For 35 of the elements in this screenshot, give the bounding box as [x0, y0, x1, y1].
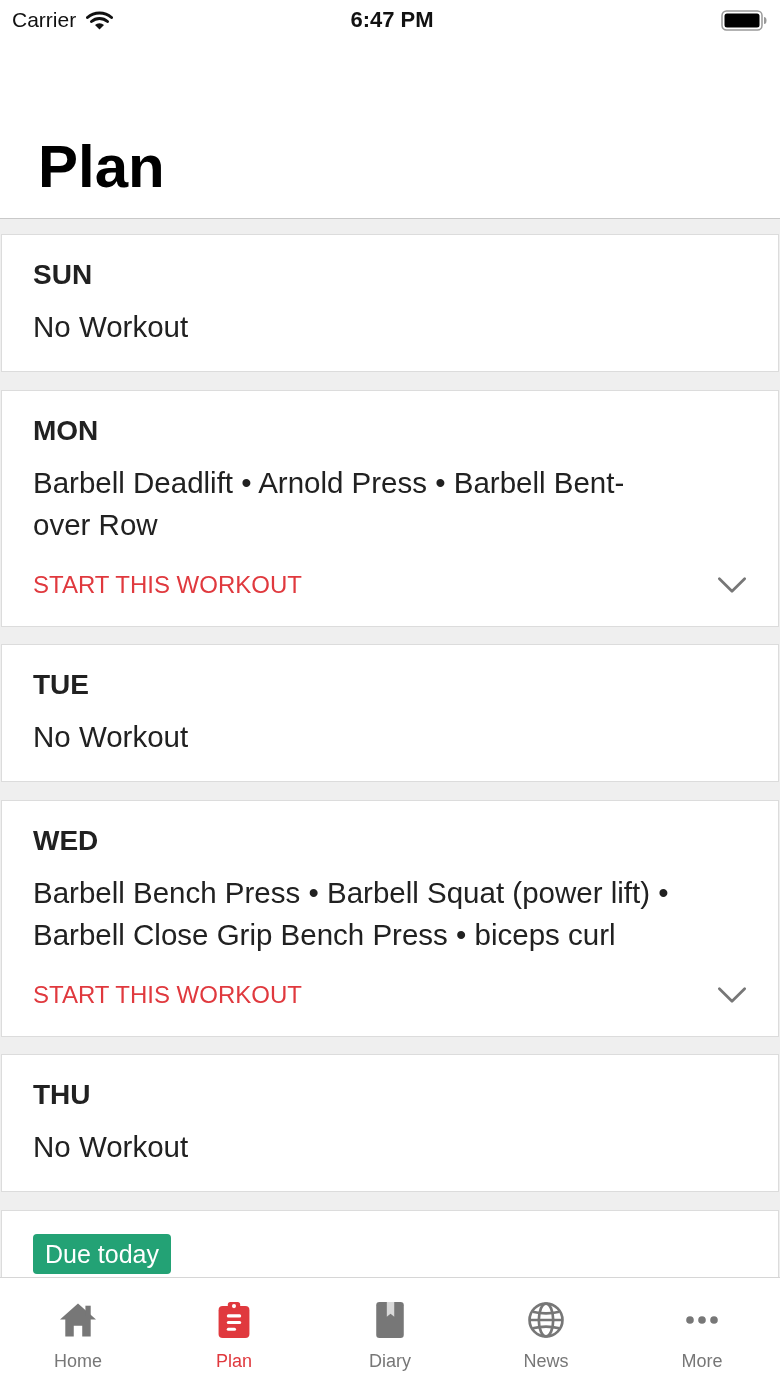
day-label: MON	[33, 413, 99, 448]
workout-summary: Barbell Deadlift • Arnold Press • Barbell Bent-over Row	[33, 464, 626, 543]
globe-icon	[528, 1302, 564, 1338]
chevron-down-icon[interactable]	[718, 986, 746, 1003]
tab-button[interactable]: News	[468, 1278, 624, 1387]
workout-summary: No Workout	[33, 309, 189, 345]
day-label: TUE	[33, 668, 89, 703]
workout-summary: No Workout	[33, 719, 189, 756]
workout-summary: Barbell Bench Press • Barbell Squat (power lift) • Barbell Close Grip Bench Press • biceps curl	[33, 874, 670, 953]
home-icon	[60, 1302, 96, 1338]
day-label: SUN	[33, 258, 93, 292]
tab-button[interactable]: Plan	[156, 1278, 312, 1387]
start-workout-button[interactable]: START THIS WORKOUT	[33, 976, 302, 1013]
page-title: Plan	[38, 132, 165, 202]
tab-button[interactable]: More	[624, 1278, 780, 1387]
day-label: THU	[33, 1078, 91, 1113]
day-card[interactable]: THU No Workout	[1, 1054, 779, 1193]
chevron-down-icon[interactable]	[718, 576, 746, 593]
day-card[interactable]: MON Barbell Deadlift • Arnold Press • Barbell Bent-over Row START THIS WORKOUT	[1, 389, 779, 627]
status-time: 6:47 PM	[349, 7, 434, 33]
day-card[interactable]: TUE No Workout	[1, 644, 779, 783]
start-workout-button[interactable]: START THIS WORKOUT	[33, 566, 302, 603]
day-card[interactable]: WED Barbell Bench Press • Barbell Squat (power lift) • Barbell Close Grip Bench Press • biceps curl START THIS WORKOUT	[1, 799, 779, 1037]
carrier-label: Carrier	[12, 8, 77, 32]
more-icon	[686, 1316, 718, 1324]
tab-button[interactable]: Home	[0, 1278, 156, 1387]
day-card[interactable]: Due today	[1, 1209, 779, 1277]
tab-button[interactable]: Diary	[312, 1278, 468, 1387]
due-badge: Due today	[33, 1233, 171, 1274]
day-card[interactable]: SUN No Workout	[1, 234, 779, 372]
day-label: WED	[33, 823, 99, 858]
clipboard-icon	[216, 1302, 252, 1338]
battery-icon	[721, 9, 767, 31]
workout-summary: No Workout	[33, 1129, 189, 1166]
wifi-icon	[86, 10, 114, 30]
